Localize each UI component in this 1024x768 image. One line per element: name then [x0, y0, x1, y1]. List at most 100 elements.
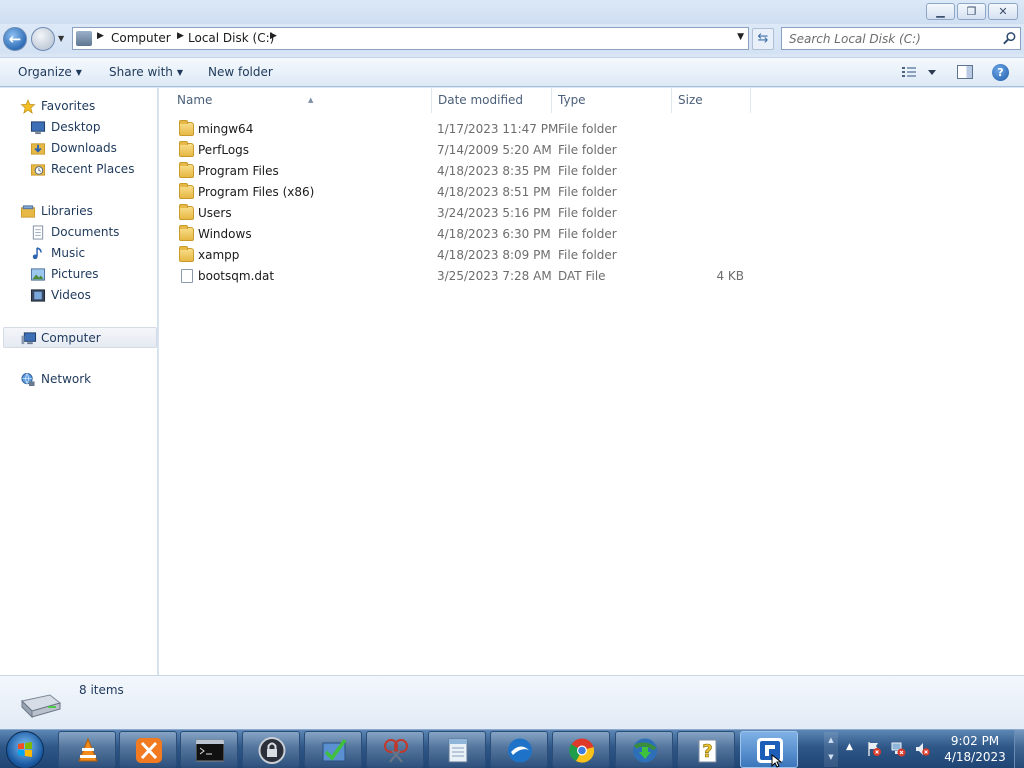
search-input[interactable] [782, 28, 992, 49]
taskbar-app-checker[interactable] [304, 731, 362, 768]
organize-button[interactable]: Organize ▼ [18, 65, 82, 79]
file-row-bootsqm-dat[interactable]: bootsqm.dat 3/25/2023 7:28 AM DAT File 4… [176, 266, 756, 287]
nav-network[interactable]: Network [0, 369, 157, 390]
nav-videos[interactable]: Videos [0, 285, 157, 306]
file-date: 4/18/2023 8:35 PM [437, 164, 551, 178]
file-date: 3/24/2023 5:16 PM [437, 206, 551, 220]
breadcrumb-chevron-icon[interactable]: ▶ [177, 31, 184, 41]
nav-label: Network [41, 372, 92, 386]
sort-ascending-icon: ▲ [308, 96, 314, 104]
lock-app-icon [258, 737, 286, 764]
refresh-button[interactable]: ⇆ [752, 28, 774, 50]
action-center-flag-icon[interactable] [866, 741, 882, 757]
taskbar-app-xampp[interactable] [119, 731, 177, 768]
breadcrumb-computer[interactable]: Computer [111, 31, 171, 45]
share-with-button[interactable]: Share with ▼ [109, 65, 183, 79]
cmd-icon [196, 739, 224, 762]
notepad-app-icon [448, 738, 468, 763]
search-icon[interactable] [1002, 31, 1017, 46]
folder-icon [179, 120, 194, 136]
nav-libraries[interactable]: Libraries [0, 201, 157, 222]
column-header-name[interactable]: Name ▲ [171, 88, 432, 113]
change-view-button[interactable] [900, 64, 938, 81]
nav-music[interactable]: Music [0, 243, 157, 264]
taskbar: ? ▲ ▼ ▲ 9:02 PM 4/18/2023 [0, 729, 1024, 768]
address-history-dropdown[interactable]: ▼ [737, 32, 744, 42]
close-button[interactable]: ✕ [988, 3, 1018, 20]
nav-computer[interactable]: Computer [3, 327, 157, 348]
nav-label: Favorites [41, 99, 96, 113]
preview-pane-button[interactable] [957, 65, 973, 79]
maximize-button[interactable]: ❐ [957, 3, 986, 20]
address-bar[interactable]: ▶ Computer ▶ Local Disk (C:) ▶ ▼ [72, 27, 749, 50]
show-hidden-icons-button[interactable]: ▲ [846, 742, 853, 752]
chrome-icon [569, 738, 595, 763]
nav-recent-places[interactable]: Recent Places [0, 159, 157, 180]
recent-pages-dropdown[interactable]: ▼ [58, 34, 64, 43]
nav-label: Computer [41, 331, 101, 345]
nav-pictures[interactable]: Pictures [0, 264, 157, 285]
column-header-date-modified[interactable]: Date modified [432, 88, 552, 113]
taskbar-app-openoffice[interactable] [490, 731, 548, 768]
download-manager-icon [633, 738, 657, 763]
file-row-windows[interactable]: Windows 4/18/2023 6:30 PM File folder [176, 224, 756, 245]
column-header-type[interactable]: Type [552, 88, 672, 113]
taskbar-app-help[interactable]: ? [677, 731, 735, 768]
forward-button[interactable] [31, 27, 55, 51]
nav-favorites[interactable]: Favorites [0, 96, 157, 117]
file-row-program-files[interactable]: Program Files 4/18/2023 8:35 PM File fol… [176, 161, 756, 182]
taskbar-app-snipping-tool[interactable] [366, 731, 424, 768]
search-box[interactable] [781, 27, 1021, 50]
taskbar-app-download-manager[interactable] [615, 731, 673, 768]
nav-documents[interactable]: Documents [0, 222, 157, 243]
chevron-down-icon: ▼ [75, 68, 82, 77]
chevron-down-icon: ▼ [176, 68, 184, 77]
taskbar-app-lock[interactable] [242, 731, 300, 768]
back-button[interactable]: ← [3, 27, 27, 51]
file-row-perflogs[interactable]: PerfLogs 7/14/2009 5:20 AM File folder [176, 140, 756, 161]
xampp-icon [136, 738, 162, 763]
view-details-icon [902, 67, 936, 77]
show-desktop-button[interactable] [1014, 730, 1024, 768]
column-header-size[interactable]: Size [672, 88, 751, 113]
taskbar-clock[interactable]: 9:02 PM 4/18/2023 [940, 733, 1010, 765]
taskbar-app-vlc[interactable] [58, 731, 116, 768]
breadcrumb-chevron-icon[interactable]: ▶ [97, 31, 104, 41]
file-row-program-files-x86[interactable]: Program Files (x86) 4/18/2023 8:51 PM Fi… [176, 182, 756, 203]
taskbar-app-cmd[interactable] [180, 731, 238, 768]
file-name: Windows [198, 227, 252, 241]
file-name: Users [198, 206, 232, 220]
nav-label: Videos [51, 288, 91, 302]
file-row-mingw64[interactable]: mingw64 1/17/2023 11:47 PM File folder [176, 119, 756, 140]
nav-desktop[interactable]: Desktop [0, 117, 157, 138]
details-pane: 8 items [0, 675, 1024, 729]
minimize-button[interactable]: ▁ [926, 3, 955, 20]
nav-downloads[interactable]: Downloads [0, 138, 157, 159]
nav-label: Music [51, 246, 86, 260]
taskbar-scroll[interactable]: ▲ ▼ [824, 732, 838, 767]
file-type: DAT File [558, 269, 606, 283]
help-button[interactable]: ? [992, 64, 1009, 81]
file-row-xampp[interactable]: xampp 4/18/2023 8:09 PM File folder [176, 245, 756, 266]
network-status-icon[interactable] [890, 741, 906, 757]
windows-logo-icon [18, 742, 32, 757]
help-app-icon: ? [698, 739, 717, 763]
breadcrumb-chevron-icon[interactable]: ▶ [270, 31, 277, 41]
libraries-icon [20, 205, 36, 218]
column-header-label: Size [678, 93, 703, 107]
folder-icon [179, 225, 194, 241]
nav-label: Recent Places [51, 162, 135, 176]
new-folder-button[interactable]: New folder [208, 65, 273, 79]
taskbar-app-notepad[interactable] [428, 731, 486, 768]
taskbar-app-active[interactable] [740, 731, 798, 768]
pictures-icon [30, 268, 46, 281]
file-type: File folder [558, 227, 617, 241]
volume-muted-icon[interactable] [914, 741, 930, 757]
nav-label: Downloads [51, 141, 117, 155]
taskbar-app-chrome[interactable] [552, 731, 610, 768]
file-name: mingw64 [198, 122, 254, 136]
file-row-users[interactable]: Users 3/24/2023 5:16 PM File folder [176, 203, 756, 224]
breadcrumb-local-disk[interactable]: Local Disk (C:) [188, 31, 274, 45]
start-button[interactable] [6, 731, 44, 768]
file-name: Program Files (x86) [198, 185, 315, 199]
